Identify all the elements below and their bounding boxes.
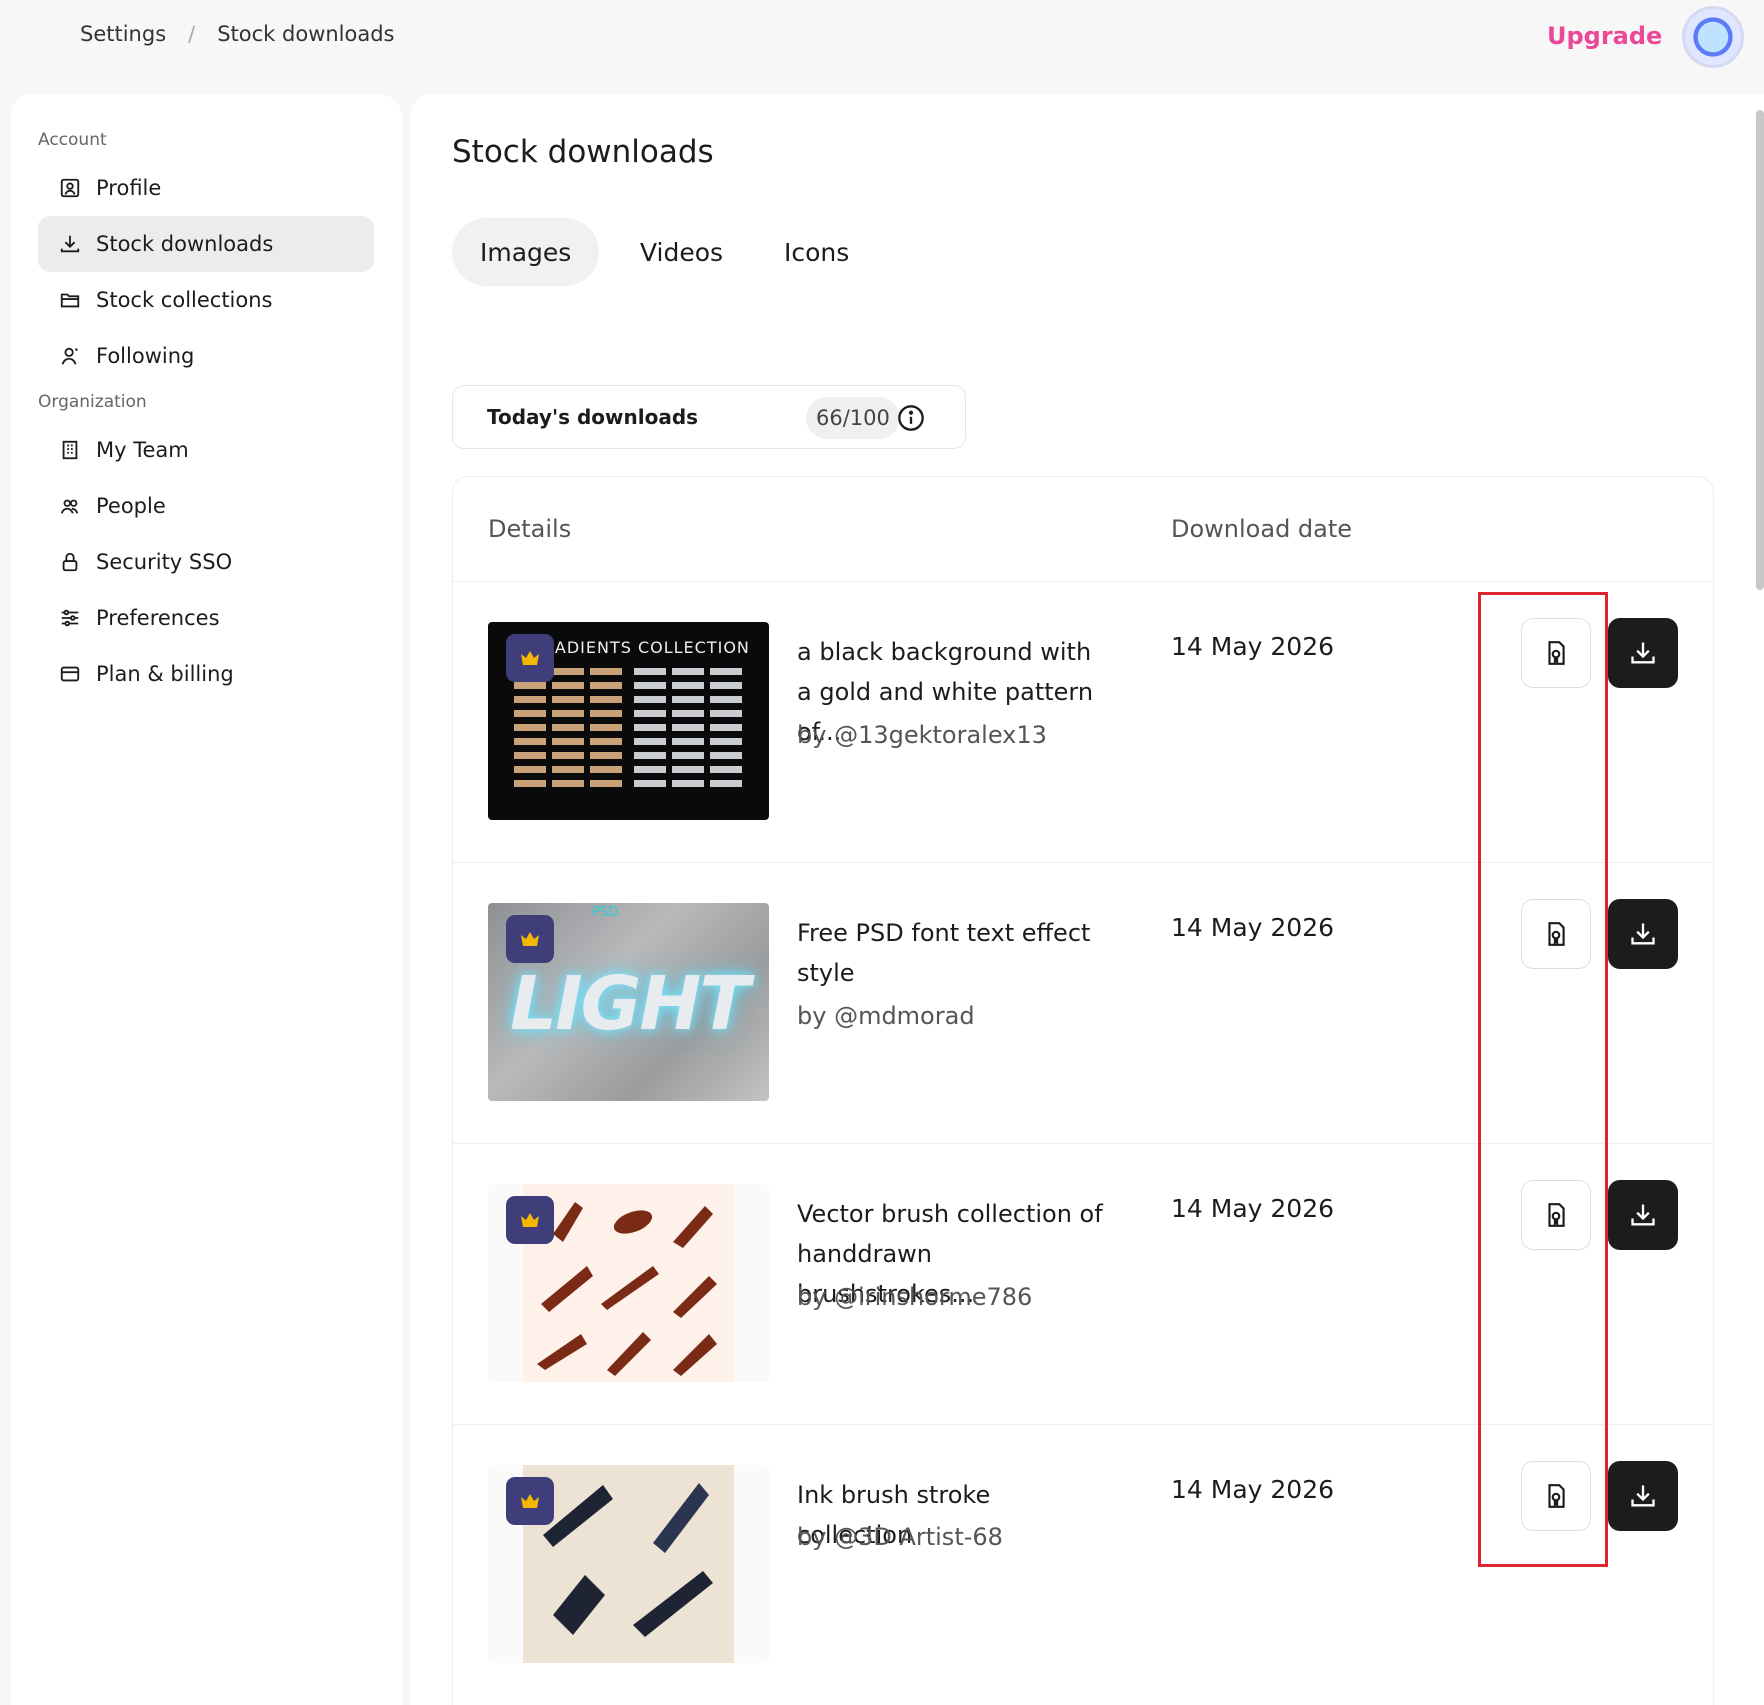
download-icon (1631, 1204, 1655, 1226)
sidebar-item-stock-collections[interactable]: Stock collections (38, 272, 374, 328)
user-follow-icon (58, 344, 82, 368)
tab-videos[interactable]: Videos (612, 218, 751, 286)
download-icon (1631, 1485, 1655, 1507)
download-date: 14 May 2026 (1171, 913, 1335, 942)
breadcrumb-settings[interactable]: Settings (80, 22, 166, 46)
breadcrumb: Settings / Stock downloads (80, 22, 395, 46)
sidebar-item-label: Profile (96, 176, 162, 200)
thumbnail-image[interactable]: PSD LIGHT (488, 903, 769, 1101)
thumbnail-image[interactable] (488, 1465, 769, 1663)
page-title: Stock downloads (452, 134, 714, 170)
thumbnail-image[interactable]: GRADIENTS COLLECTION (488, 622, 769, 820)
item-author[interactable]: by @mdmorad (797, 1002, 975, 1030)
premium-crown-icon (506, 915, 554, 963)
tab-icons[interactable]: Icons (756, 218, 877, 286)
people-icon (58, 494, 82, 518)
premium-crown-icon (506, 1477, 554, 1525)
sidebar-item-plan-billing[interactable]: Plan & billing (38, 646, 374, 702)
column-header-download-date: Download date (1171, 515, 1353, 543)
info-icon[interactable] (897, 404, 925, 436)
download-icon (58, 232, 82, 256)
sidebar-item-label: Preferences (96, 606, 220, 630)
ink-strokes-illustration (543, 1483, 713, 1637)
sidebar-item-label: My Team (96, 438, 189, 462)
folder-icon (58, 288, 82, 312)
download-button[interactable] (1608, 1180, 1678, 1250)
sidebar-item-my-team[interactable]: My Team (38, 422, 374, 478)
quota-label: Today's downloads (487, 405, 699, 429)
breadcrumb-current: Stock downloads (217, 22, 395, 46)
building-icon (58, 438, 82, 462)
thumbnail-psd-label: PSD (592, 905, 619, 920)
download-button[interactable] (1608, 1461, 1678, 1531)
item-title[interactable]: Free PSD font text effect style (797, 913, 1107, 993)
download-button[interactable] (1608, 618, 1678, 688)
sidebar-item-people[interactable]: People (38, 478, 374, 534)
sidebar-section-account: Account (38, 130, 107, 150)
item-author[interactable]: by @13gektoralex13 (797, 721, 1047, 749)
item-author[interactable]: by @3D Artist-68 (797, 1523, 1003, 1551)
thumbnail-caption: LIGHT (510, 961, 750, 1047)
item-author[interactable]: by @irinshorme786 (797, 1283, 1032, 1311)
sidebar-item-label: Security SSO (96, 550, 233, 574)
sidebar-item-preferences[interactable]: Preferences (38, 590, 374, 646)
upgrade-link[interactable]: Upgrade (1547, 22, 1662, 50)
breadcrumb-separator: / (188, 22, 196, 46)
download-date: 14 May 2026 (1171, 1475, 1335, 1504)
top-bar: Settings / Stock downloads Upgrade (0, 0, 1764, 92)
thumbnail-background (523, 1184, 734, 1382)
premium-crown-icon (506, 634, 554, 682)
download-button[interactable] (1608, 899, 1678, 969)
highlight-annotation-box (1478, 592, 1608, 1567)
download-icon (1631, 642, 1655, 664)
column-header-details: Details (488, 515, 572, 543)
download-date: 14 May 2026 (1171, 1194, 1335, 1223)
sidebar-item-label: Plan & billing (96, 662, 234, 686)
download-date: 14 May 2026 (1171, 632, 1335, 661)
sidebar: Account Profile Stock downloads Stock co… (11, 94, 402, 1705)
sidebar-section-organization: Organization (38, 392, 147, 412)
credit-card-icon (58, 662, 82, 686)
sidebar-item-label: People (96, 494, 166, 518)
sidebar-item-stock-downloads[interactable]: Stock downloads (38, 216, 374, 272)
thumbnail-background (523, 1465, 734, 1663)
todays-downloads-card: Today's downloads 66/100 (452, 385, 966, 449)
sidebar-item-security-sso[interactable]: Security SSO (38, 534, 374, 590)
sidebar-item-label: Following (96, 344, 195, 368)
avatar[interactable] (1682, 6, 1744, 68)
premium-crown-icon (506, 1196, 554, 1244)
sliders-icon (58, 606, 82, 630)
sidebar-item-label: Stock downloads (96, 232, 274, 256)
thumbnail-image[interactable] (488, 1184, 769, 1382)
profile-icon (58, 176, 82, 200)
download-icon (1631, 923, 1655, 945)
brushstrokes-illustration (537, 1202, 717, 1376)
sidebar-item-following[interactable]: Following (38, 328, 374, 384)
sidebar-item-label: Stock collections (96, 288, 273, 312)
sidebar-item-profile[interactable]: Profile (38, 160, 374, 216)
scrollbar[interactable] (1756, 110, 1764, 590)
quota-count: 66/100 (806, 397, 900, 439)
tab-images[interactable]: Images (452, 218, 600, 286)
lock-icon (58, 550, 82, 574)
